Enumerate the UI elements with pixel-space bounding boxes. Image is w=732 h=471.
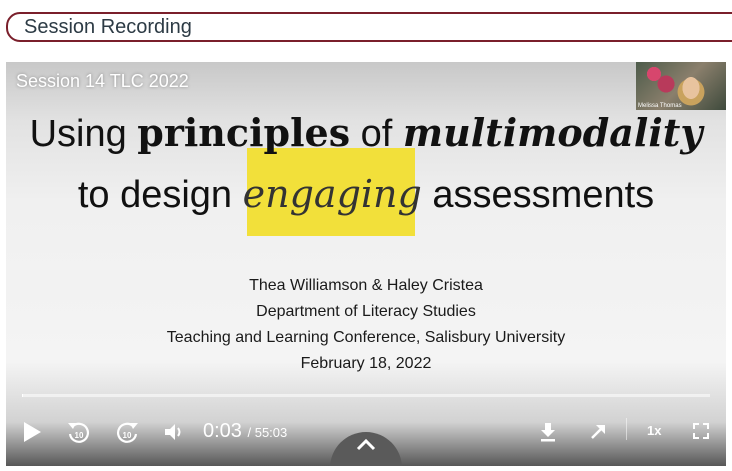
slide-text-engaging: engaging: [242, 172, 422, 216]
fullscreen-icon: [693, 423, 709, 439]
webcam-thumbnail: Melissa Thomas: [636, 62, 726, 110]
slide-text-using: Using: [29, 113, 138, 155]
fullscreen-button[interactable]: [690, 420, 712, 442]
duration: / 55:03: [247, 425, 288, 440]
playback-time: 0:03 / 55:03: [203, 420, 287, 443]
playback-speed-button[interactable]: 1x: [647, 423, 661, 438]
slide-text-multimodality: multimodality: [402, 110, 703, 155]
progress-bar[interactable]: [22, 394, 710, 397]
forward-10-icon: 10: [117, 422, 138, 443]
forward-seconds: 10: [123, 431, 132, 440]
slide-text-of: of: [350, 113, 403, 155]
volume-icon: [165, 424, 181, 440]
video-title: Session 14 TLC 2022: [16, 71, 189, 91]
current-time: 0:03: [203, 420, 242, 442]
rewind-seconds: 10: [75, 431, 84, 440]
video-player[interactable]: Session 14 TLC 2022 Melissa Thomas Using…: [6, 62, 726, 466]
rewind-10-icon: 10: [68, 422, 89, 443]
slide-authors: Thea Williamson & Haley Cristea: [249, 277, 483, 294]
section-title: Session Recording: [24, 15, 192, 38]
webcam-name: Melissa Thomas: [638, 103, 682, 109]
download-button[interactable]: [536, 420, 560, 444]
chevron-up-icon: [356, 438, 376, 451]
share-button[interactable]: [586, 420, 610, 444]
play-icon: [24, 422, 41, 442]
slide-text-assessments: assessments: [421, 174, 655, 216]
volume-button[interactable]: [162, 420, 186, 444]
download-icon: [541, 423, 555, 442]
slide-department: Department of Literacy Studies: [256, 303, 476, 320]
slide-title-line1: Using principles of multimodality: [6, 110, 726, 156]
play-button[interactable]: [20, 420, 44, 444]
slide-date: February 18, 2022: [300, 355, 432, 372]
slide-text-principles: principles: [137, 110, 351, 155]
slide-text-to-design: to design: [77, 174, 243, 216]
section-header: Session Recording: [6, 12, 732, 42]
progress-fill: [22, 394, 23, 397]
slide-conference: Teaching and Learning Conference, Salisb…: [166, 329, 566, 346]
forward-10-button[interactable]: 10: [112, 420, 142, 446]
control-divider: [626, 418, 627, 440]
slide-title-line2: to design engaging assessments: [6, 172, 726, 217]
share-arrow-icon: [591, 425, 605, 439]
rewind-10-button[interactable]: 10: [64, 420, 94, 446]
